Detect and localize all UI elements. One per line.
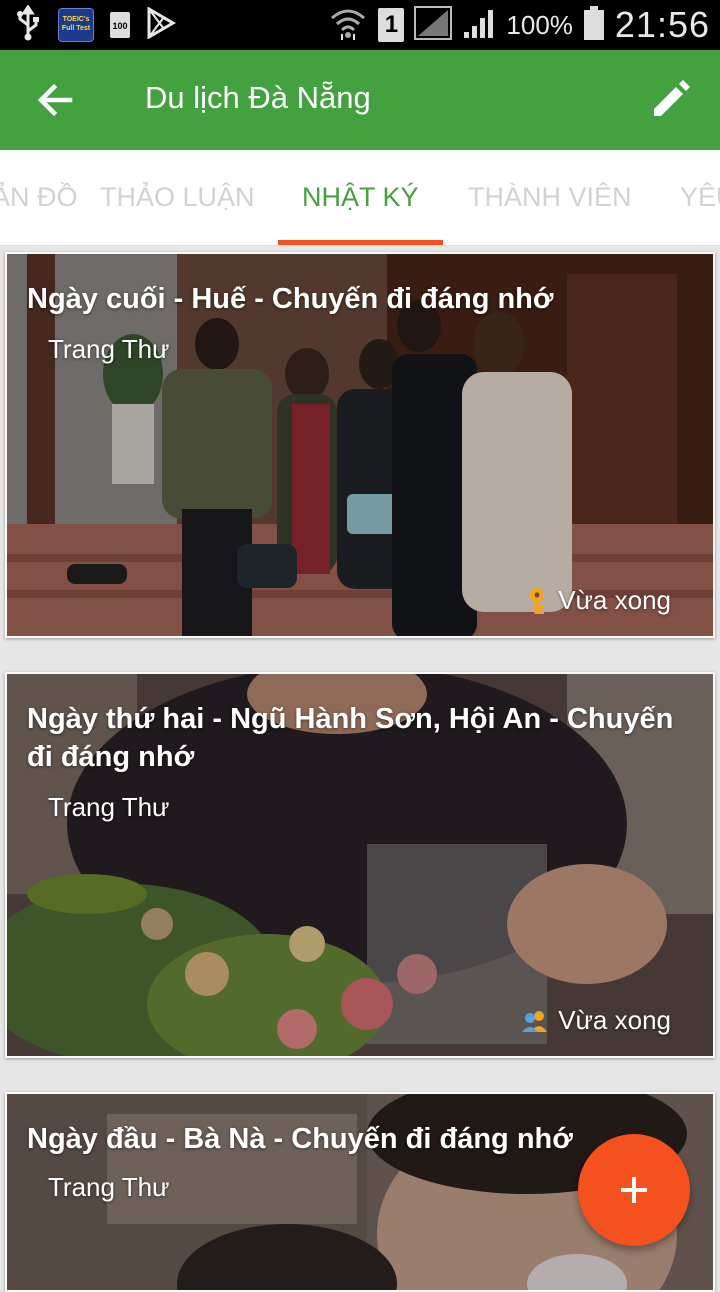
battery-100-label: 100 [112, 21, 128, 31]
diary-card[interactable]: Ngày thứ hai - Ngũ Hành Sơn, Hội An - Ch… [5, 672, 715, 1058]
toeic-label: TOEIC's Full Test [61, 16, 91, 32]
card-status-text: Vừa xong [558, 585, 671, 615]
card-author: Trang Thư [48, 792, 170, 822]
usb-icon [14, 3, 42, 46]
card-status-text: Vừa xong [558, 1005, 671, 1035]
app-bar: Du lịch Đà Nẵng [0, 50, 720, 150]
pencil-icon [654, 80, 690, 116]
signal-sim1-icon [414, 5, 453, 45]
tab-favorites[interactable]: YÊU THÍCH [680, 182, 720, 213]
signal-sim2-icon [462, 6, 496, 45]
tab-map[interactable]: BẢN ĐỒ [0, 182, 78, 213]
play-store-icon [146, 5, 176, 44]
card-title: Ngày thứ hai - Ngũ Hành Sơn, Hội An - Ch… [27, 703, 674, 773]
sim-slot-icon: 1 [378, 8, 405, 42]
battery-icon [583, 5, 605, 46]
battery-percent: 100% [506, 9, 573, 40]
tab-indicator [278, 240, 443, 245]
battery-100-icon: 100 [110, 12, 130, 38]
key-icon [530, 587, 545, 614]
tab-members[interactable]: THÀNH VIÊN [468, 182, 632, 213]
wifi-icon [328, 4, 368, 47]
tab-bar: BẢN ĐỒ THẢO LUẬN NHẬT KÝ THÀNH VIÊN YÊU … [0, 150, 720, 246]
page-title: Du lịch Đà Nẵng [145, 80, 371, 115]
back-button[interactable] [30, 76, 82, 124]
status-bar-right: 1 100% 21:56 [328, 4, 710, 46]
arrow-back-icon [37, 83, 73, 117]
card-author: Trang Thư [48, 334, 170, 364]
plus-icon [621, 1177, 647, 1203]
card-status: Vừa xong [526, 585, 671, 616]
card-title: Ngày cuối - Huế - Chuyến đi đáng nhớ [27, 283, 554, 315]
add-diary-button[interactable] [578, 1134, 690, 1246]
diary-card[interactable]: Ngày cuối - Huế - Chuyến đi đáng nhớ Tra… [5, 252, 715, 638]
tab-discussion[interactable]: THẢO LUẬN [100, 182, 255, 213]
card-author: Trang Thư [48, 1172, 170, 1202]
sim-slot-label: 1 [384, 11, 399, 38]
status-bar-left: TOEIC's Full Test 100 [14, 3, 176, 46]
group-icon [522, 1010, 548, 1032]
edit-button[interactable] [646, 76, 698, 124]
tab-diary[interactable]: NHẬT KÝ [302, 182, 419, 213]
clock: 21:56 [614, 4, 710, 45]
card-status: Vừa xong [522, 1005, 671, 1036]
toeic-app-icon: TOEIC's Full Test [58, 8, 94, 42]
status-bar: TOEIC's Full Test 100 1 100% 21:56 [0, 0, 720, 50]
